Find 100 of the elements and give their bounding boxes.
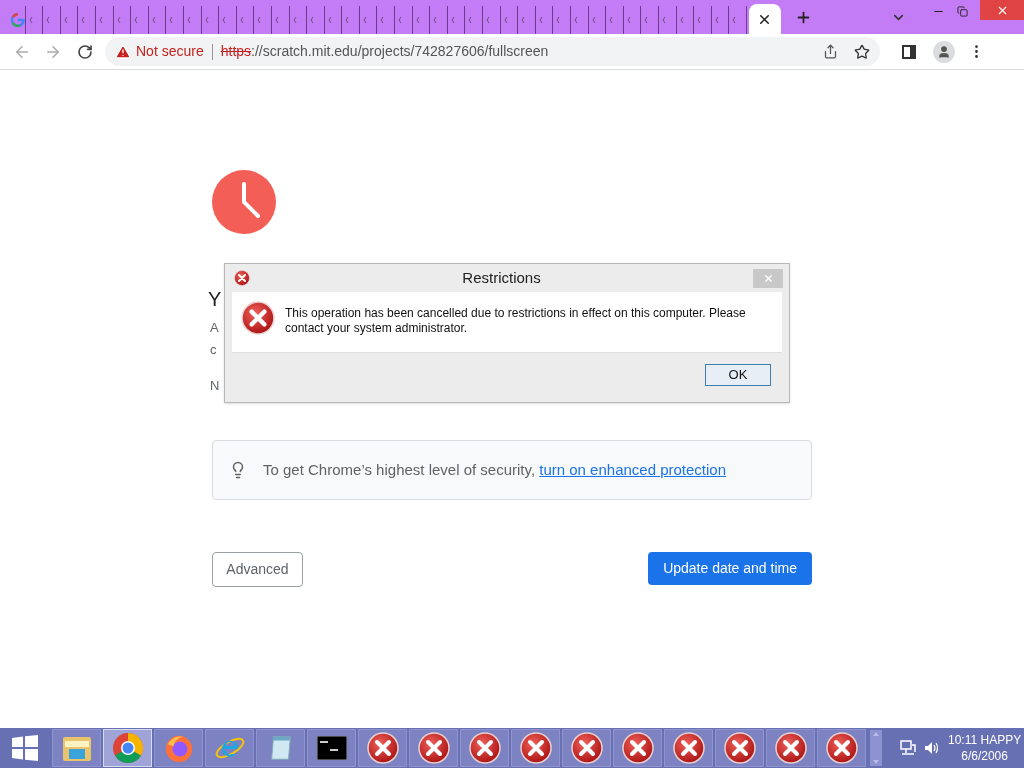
clock-icon (212, 170, 276, 234)
favicon-icon (116, 16, 121, 24)
error-icon (774, 732, 807, 764)
body-text: c (210, 342, 217, 357)
network-icon[interactable] (900, 740, 916, 756)
favicon-icon (327, 16, 332, 24)
info-text: To get Chrome’s highest level of security, turn on enhanced protection (263, 459, 727, 480)
bookmark-star-icon[interactable] (854, 43, 870, 60)
url-text[interactable]: https://scratch.mit.edu/projects/742827606/fullscreen (220, 41, 549, 62)
taskbar-button[interactable] (460, 729, 509, 767)
favicon-icon (661, 16, 666, 24)
favicon-icon (46, 16, 51, 24)
body-text: N (210, 378, 220, 393)
error-icon (519, 732, 552, 764)
profile-button[interactable] (933, 40, 955, 63)
taskbar-scroll[interactable] (870, 730, 882, 766)
side-panel-icon[interactable] (902, 44, 916, 59)
chrome-icon (111, 732, 144, 764)
volume-icon[interactable] (924, 740, 940, 756)
favicon-icon (63, 16, 68, 24)
favicon-icon (644, 16, 649, 24)
taskbar-button[interactable] (562, 729, 611, 767)
favicon-icon (239, 16, 244, 24)
close-icon (762, 272, 774, 284)
browser-tab[interactable] (748, 4, 781, 34)
favicon-icon (310, 16, 315, 24)
update-date-button[interactable]: Update date and time (648, 552, 812, 585)
favicon-icon (538, 16, 543, 24)
favicon-icon (134, 16, 139, 24)
favicon-icon (28, 16, 33, 24)
favicon-icon (398, 16, 403, 24)
firefox-icon (163, 733, 194, 763)
favicon-icon (257, 16, 262, 24)
windows-logo-icon (12, 735, 38, 761)
reload-icon[interactable] (77, 43, 93, 60)
taskbar-button[interactable] (511, 729, 560, 767)
security-label[interactable]: Not secure (136, 41, 204, 62)
error-icon (468, 732, 501, 764)
favicon-icon (151, 16, 156, 24)
favicon-icon (274, 16, 279, 24)
favicon-icon (222, 16, 227, 24)
enhanced-protection-link[interactable]: turn on enhanced protection (539, 460, 727, 478)
error-icon (366, 732, 399, 764)
favicon-icon (574, 16, 578, 24)
error-icon (672, 732, 705, 764)
favicon-icon (714, 16, 719, 24)
taskbar-button[interactable] (766, 729, 815, 767)
taskbar-button[interactable] (715, 729, 764, 767)
ok-button[interactable]: OK (705, 363, 771, 386)
favicon-icon (98, 16, 103, 24)
favicon-icon (380, 16, 385, 24)
favicon-icon (292, 16, 297, 24)
favicon-icon (503, 16, 508, 24)
favicon-icon (450, 16, 455, 24)
favicon-icon (204, 16, 209, 24)
taskbar-button[interactable] (409, 729, 458, 767)
address-bar[interactable]: Not secure https://scratch.mit.edu/projects/742827606/fullscreen (105, 37, 880, 66)
scroll-down-icon[interactable] (873, 760, 879, 764)
dialog-message: This operation has been cancelled due to restrictions in effect on this computer. Please contact your system administrator. (285, 306, 747, 336)
taskbar-button[interactable] (817, 729, 866, 767)
favicon-icon (697, 16, 702, 24)
taskbar-button[interactable] (664, 729, 713, 767)
error-icon (825, 732, 858, 764)
favicon-icon (679, 16, 684, 24)
terminal-icon (316, 736, 347, 760)
person-icon (937, 44, 951, 59)
favicon-icon (186, 16, 191, 24)
favicon-icon (521, 16, 526, 24)
favicon-icon (486, 16, 491, 24)
taskbar-button[interactable] (358, 729, 407, 767)
scroll-up-icon[interactable] (873, 732, 879, 736)
favicon-icon (609, 16, 614, 24)
taskbar-button[interactable] (613, 729, 662, 767)
share-icon[interactable] (823, 44, 838, 59)
error-icon (570, 732, 603, 764)
favicon-icon (345, 16, 350, 24)
heading-text: Y (208, 287, 222, 312)
taskbar-button[interactable] (307, 729, 356, 767)
favicon-icon (556, 16, 561, 24)
dialog-close-button[interactable] (753, 268, 783, 288)
favicon-icon (433, 16, 438, 24)
favicon-icon (362, 16, 367, 24)
error-icon (234, 270, 250, 286)
warning-icon (115, 43, 131, 60)
favicon-icon (626, 16, 631, 24)
error-icon (723, 732, 756, 764)
body-text: A (210, 320, 219, 335)
dialog-title: Restrictions (462, 267, 541, 288)
clock-time[interactable]: 10:11 HAPPY (948, 732, 1022, 748)
restore-icon[interactable] (957, 5, 968, 17)
advanced-button[interactable]: Advanced (212, 552, 303, 587)
taskbar-button[interactable] (52, 729, 101, 767)
favicon-icon (732, 16, 737, 24)
error-icon (621, 732, 654, 764)
favicon-icon (468, 16, 473, 24)
favicon-icon (591, 16, 596, 24)
clock-date[interactable]: 6/6/2006 (961, 748, 1008, 764)
favicon-icon (169, 16, 174, 24)
favicon-icon (81, 16, 86, 24)
close-window-button[interactable] (980, 0, 1024, 20)
